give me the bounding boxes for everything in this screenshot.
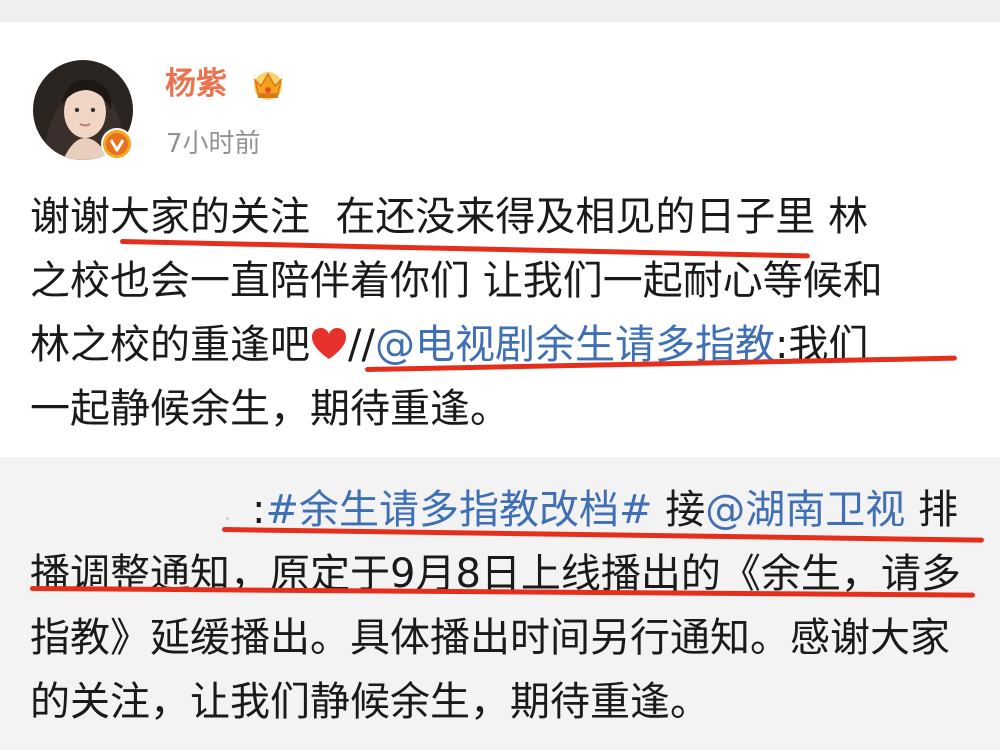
mention-link-hunan-tv[interactable]: @湖南卫视 xyxy=(705,487,905,533)
crown-icon[interactable] xyxy=(248,64,288,104)
heart-icon xyxy=(310,317,348,359)
repost-separator: // xyxy=(348,322,375,368)
post-line-3-text: 林之校的重逢吧 xyxy=(30,322,310,368)
top-strip xyxy=(0,0,1000,22)
post-time: 7小时前 xyxy=(166,129,261,159)
repost-line-1-tail: 排 xyxy=(905,487,958,533)
topic-link[interactable]: #余生请多指教改档# xyxy=(265,487,652,533)
repost-line-1-mid: 接 xyxy=(652,487,706,533)
post-line-4: 一起静候余生，期待重逢。 xyxy=(30,386,510,432)
verified-badge-icon xyxy=(101,128,133,160)
repost-line-1-prefix: : xyxy=(252,487,266,533)
repost-line-4: 的关注，让我们静候余生，期待重逢。 xyxy=(30,679,710,725)
repost-dot xyxy=(226,517,229,520)
post-line-2: 之校也会一直陪伴着你们 让我们一起耐心等候和 xyxy=(30,258,883,304)
repost-line-3: 指教》延缓播出。具体播出时间另行通知。感谢大家 xyxy=(30,615,950,661)
user-name[interactable]: 杨紫 xyxy=(165,62,227,106)
